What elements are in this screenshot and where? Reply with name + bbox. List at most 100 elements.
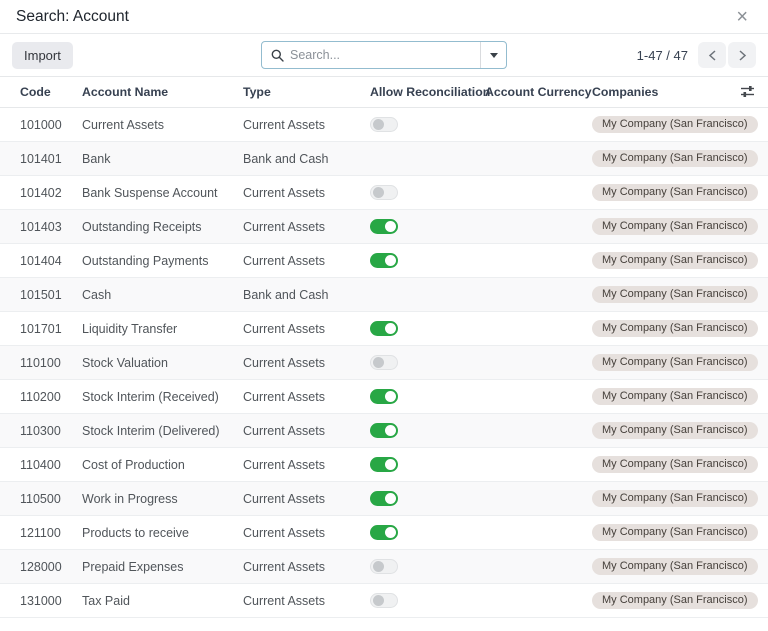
cell-code: 131000 [0, 583, 82, 618]
table-row[interactable]: 101403 Outstanding Receipts Current Asse… [0, 209, 768, 244]
search-input[interactable] [290, 48, 480, 62]
cell-code: 101000 [0, 107, 82, 142]
column-header-companies[interactable]: Companies [592, 76, 734, 108]
cell-account-currency [485, 141, 592, 176]
toggle-knob [373, 561, 384, 573]
toggle-knob [385, 323, 396, 335]
cell-account-name: Products to receive [82, 515, 243, 550]
cell-companies: My Company (San Francisco) [592, 481, 758, 516]
table-row[interactable]: 101404 Outstanding Payments Current Asse… [0, 243, 768, 278]
reconciliation-toggle[interactable] [370, 253, 398, 269]
company-badge: My Company (San Francisco) [592, 388, 758, 405]
cell-code: 101501 [0, 277, 82, 312]
table-row[interactable]: 101402 Bank Suspense Account Current Ass… [0, 175, 768, 210]
table-row[interactable]: 110400 Cost of Production Current Assets… [0, 447, 768, 482]
pager-next-button[interactable] [728, 42, 756, 68]
cell-code: 101404 [0, 243, 82, 278]
table-row[interactable]: 110500 Work in Progress Current Assets M… [0, 481, 768, 516]
table-row[interactable]: 121100 Products to receive Current Asset… [0, 515, 768, 550]
reconciliation-toggle[interactable] [370, 491, 398, 507]
pager: 1-47 / 47 [637, 42, 756, 68]
reconciliation-toggle[interactable] [370, 389, 398, 405]
cell-type: Current Assets [243, 243, 370, 278]
table-row[interactable]: 101701 Liquidity Transfer Current Assets… [0, 311, 768, 346]
cell-companies: My Company (San Francisco) [592, 413, 758, 448]
company-badge: My Company (San Francisco) [592, 524, 758, 541]
company-badge: My Company (San Francisco) [592, 592, 758, 609]
reconciliation-toggle[interactable] [370, 321, 398, 337]
table-row[interactable]: 128000 Prepaid Expenses Current Assets M… [0, 549, 768, 584]
cell-account-name: Tax Paid [82, 583, 243, 618]
cell-type: Current Assets [243, 481, 370, 516]
reconciliation-toggle[interactable] [370, 559, 398, 575]
table-row[interactable]: 101401 Bank Bank and Cash My Company (Sa… [0, 141, 768, 176]
toggle-knob [373, 357, 384, 369]
cell-allow-reconciliation [370, 481, 485, 516]
company-badge: My Company (San Francisco) [592, 252, 758, 269]
column-header-account-currency[interactable]: Account Currency [485, 76, 592, 108]
cell-type: Current Assets [243, 447, 370, 482]
dialog-title: Search: Account [16, 7, 129, 25]
cell-account-currency [485, 345, 592, 380]
reconciliation-toggle[interactable] [370, 219, 398, 235]
search-icon [271, 49, 284, 62]
cell-account-name: Liquidity Transfer [82, 311, 243, 346]
reconciliation-toggle[interactable] [370, 355, 398, 371]
search-dropdown-toggle[interactable] [480, 42, 506, 68]
accounts-table: Code Account Name Type Allow Reconciliat… [0, 76, 768, 618]
table-row[interactable]: 101000 Current Assets Current Assets My … [0, 107, 768, 142]
company-badge: My Company (San Francisco) [592, 184, 758, 201]
cell-type: Current Assets [243, 107, 370, 142]
table-row[interactable]: 131000 Tax Paid Current Assets My Compan… [0, 583, 768, 618]
cell-companies: My Company (San Francisco) [592, 447, 758, 482]
reconciliation-toggle[interactable] [370, 117, 398, 133]
column-header-allow-reconciliation[interactable]: Allow Reconciliation [370, 76, 490, 108]
cell-code: 110100 [0, 345, 82, 380]
pager-value: 1-47 / 47 [636, 47, 688, 63]
cell-allow-reconciliation [370, 379, 485, 414]
table-row[interactable]: 110200 Stock Interim (Received) Current … [0, 379, 768, 414]
reconciliation-toggle[interactable] [370, 423, 398, 439]
table-row[interactable]: 110300 Stock Interim (Delivered) Current… [0, 413, 768, 448]
reconciliation-toggle[interactable] [370, 185, 398, 201]
cell-allow-reconciliation [370, 175, 485, 210]
toggle-knob [385, 221, 396, 233]
cell-companies: My Company (San Francisco) [592, 311, 758, 346]
cell-code: 128000 [0, 549, 82, 584]
cell-code: 101402 [0, 175, 82, 210]
close-icon[interactable]: × [732, 5, 752, 29]
cell-account-currency [485, 175, 592, 210]
cell-type: Current Assets [243, 379, 370, 414]
cell-companies: My Company (San Francisco) [592, 379, 758, 414]
import-button[interactable]: Import [12, 41, 73, 69]
reconciliation-toggle[interactable] [370, 525, 398, 541]
optional-columns-icon[interactable] [738, 83, 757, 100]
toggle-knob [385, 459, 396, 471]
pager-previous-button[interactable] [698, 42, 726, 68]
company-badge: My Company (San Francisco) [592, 116, 758, 133]
cell-account-currency [485, 277, 592, 312]
table-row[interactable]: 110100 Stock Valuation Current Assets My… [0, 345, 768, 380]
column-header-type[interactable]: Type [243, 76, 370, 108]
column-header-account-name[interactable]: Account Name [82, 76, 243, 108]
cell-account-currency [485, 515, 592, 550]
cell-account-currency [485, 549, 592, 584]
cell-companies: My Company (San Francisco) [592, 209, 758, 244]
cell-type: Bank and Cash [243, 141, 370, 176]
table-row[interactable]: 101501 Cash Bank and Cash My Company (Sa… [0, 277, 768, 312]
column-header-code[interactable]: Code [0, 76, 82, 108]
cell-companies: My Company (San Francisco) [592, 549, 758, 584]
toggle-knob [385, 255, 396, 267]
cell-allow-reconciliation [370, 107, 485, 142]
company-badge: My Company (San Francisco) [592, 558, 758, 575]
cell-type: Current Assets [243, 311, 370, 346]
cell-account-name: Current Assets [82, 107, 243, 142]
cell-companies: My Company (San Francisco) [592, 175, 758, 210]
table-header-row: Code Account Name Type Allow Reconciliat… [0, 76, 768, 108]
reconciliation-toggle[interactable] [370, 457, 398, 473]
cell-code: 110400 [0, 447, 82, 482]
reconciliation-toggle[interactable] [370, 593, 398, 609]
cell-account-name: Bank Suspense Account [82, 175, 243, 210]
cell-code: 110500 [0, 481, 82, 516]
cell-allow-reconciliation [370, 345, 485, 380]
